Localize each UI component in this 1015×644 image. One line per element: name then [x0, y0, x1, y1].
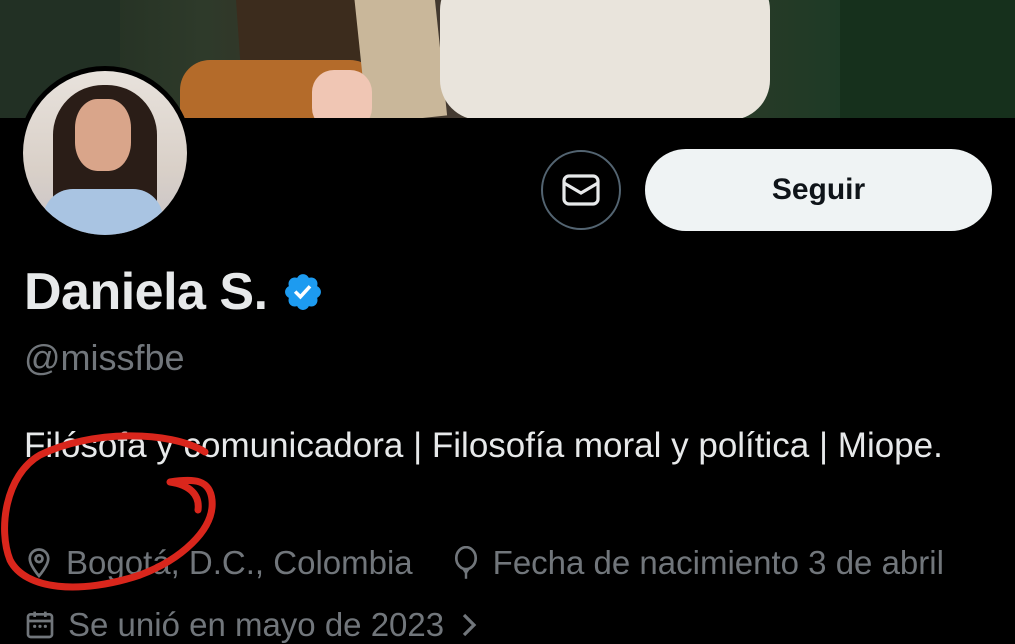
location-item: Bogotá, D.C., Colombia — [24, 544, 413, 582]
chevron-right-icon[interactable] — [456, 610, 482, 640]
location-pin-icon — [28, 548, 50, 578]
avatar[interactable] — [18, 66, 192, 240]
birthday-item: Fecha de nacimiento 3 de abril — [451, 544, 944, 582]
profile-name-row: Daniela S. — [24, 262, 324, 322]
banner-sweater — [440, 0, 770, 118]
display-name: Daniela S. — [24, 263, 268, 321]
avatar-photo — [23, 71, 187, 235]
banner-hand — [312, 70, 372, 118]
avatar-top — [43, 189, 163, 235]
birthday-text: Fecha de nacimiento 3 de abril — [492, 544, 944, 581]
envelope-icon — [562, 174, 600, 206]
follow-button[interactable]: Seguir — [645, 149, 992, 231]
verified-badge-icon[interactable] — [282, 271, 324, 313]
joined-text: Se unió en mayo de 2023 — [68, 606, 445, 643]
calendar-icon — [26, 611, 54, 639]
balloon-icon — [454, 546, 477, 579]
avatar-face — [75, 99, 131, 171]
location-text: Bogotá, D.C., Colombia — [66, 544, 413, 581]
joined-item: Se unió en mayo de 2023 — [24, 606, 494, 644]
profile-bio: Filósofa y comunicadora | Filosofía mora… — [24, 426, 943, 465]
banner-foliage-right — [840, 0, 1015, 118]
profile-meta: Bogotá, D.C., Colombia Fecha de nacimien… — [24, 544, 982, 582]
message-button[interactable] — [541, 150, 621, 230]
profile-handle: @missfbe — [24, 337, 185, 378]
